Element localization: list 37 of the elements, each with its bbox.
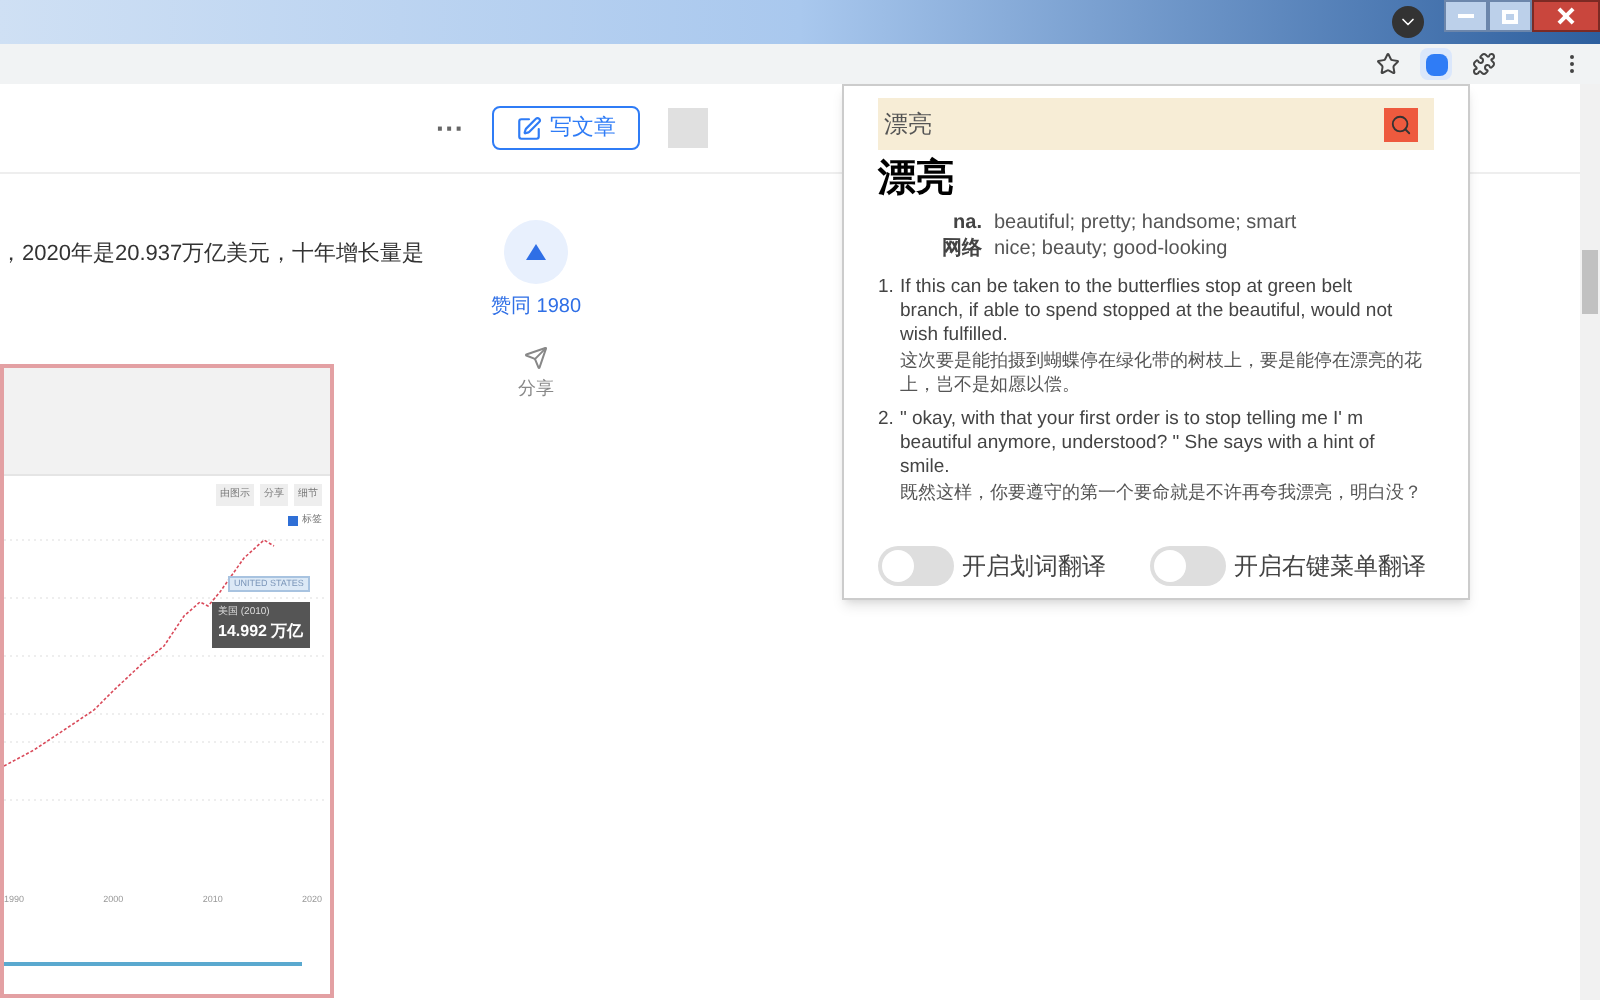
search-icon: [1390, 113, 1412, 135]
definition-text: beautiful; pretty; handsome; smart: [994, 210, 1299, 236]
edit-icon: [516, 115, 542, 141]
maximize-button[interactable]: [1488, 0, 1532, 32]
triangle-up-icon: [526, 244, 546, 260]
example-sentence: If this can be taken to the butterflies stop at green belt branch, if able to spend stopped at the beautiful, would not wish fulfilled.: [900, 276, 1395, 348]
search-bar[interactable]: 漂亮: [878, 98, 1434, 150]
toggle-label: 开启右键菜单翻译: [1234, 550, 1426, 584]
bookmark-star-icon[interactable]: [1376, 52, 1400, 76]
example-translation: 这次要是能拍摄到蝴蝶停在绿化带的树枝上，要是能停在漂亮的花上，岂不是如愿以偿。: [900, 348, 1424, 396]
part-of-speech: 网络: [940, 236, 982, 262]
example-translation: 既然这样，你要遵守的第一个要命就是不许再夸我漂亮，明白没？: [900, 480, 1424, 504]
toggle-switch[interactable]: [878, 546, 954, 586]
share-link[interactable]: 分享: [518, 376, 554, 403]
minimize-button[interactable]: [1444, 0, 1488, 32]
more-button[interactable]: ···: [436, 107, 464, 149]
tooltip-value: 14.992 万亿: [218, 620, 304, 644]
extensions-icon[interactable]: [1472, 52, 1496, 76]
upvote-count[interactable]: 赞同 1980: [490, 292, 582, 322]
example-sentence: " okay, with that your first order is to stop telling me I' m beautiful anymore, understood? " She says with a hint of smile.: [900, 408, 1377, 480]
write-article-button[interactable]: 写文章: [492, 106, 640, 150]
definition-text: nice; beauty; good-looking: [994, 236, 1230, 262]
scrollbar[interactable]: [1580, 84, 1600, 1000]
toggle-switch[interactable]: [1150, 546, 1226, 586]
toggle-label: 开启划词翻译: [962, 550, 1106, 584]
download-icon[interactable]: [1392, 6, 1424, 38]
example-number: 2.: [878, 408, 896, 434]
extension-icon[interactable]: [1420, 48, 1452, 80]
close-button[interactable]: [1532, 0, 1600, 32]
example-number: 1.: [878, 276, 896, 302]
upvote-button[interactable]: [504, 220, 568, 284]
part-of-speech: na.: [951, 210, 982, 236]
share-icon[interactable]: [524, 346, 548, 370]
headword: 漂亮: [878, 156, 956, 204]
search-field[interactable]: 漂亮: [884, 106, 1284, 142]
search-button[interactable]: [1384, 107, 1418, 141]
article-text: ，2020年是20.937万亿美元，十年增长量是: [0, 239, 427, 270]
